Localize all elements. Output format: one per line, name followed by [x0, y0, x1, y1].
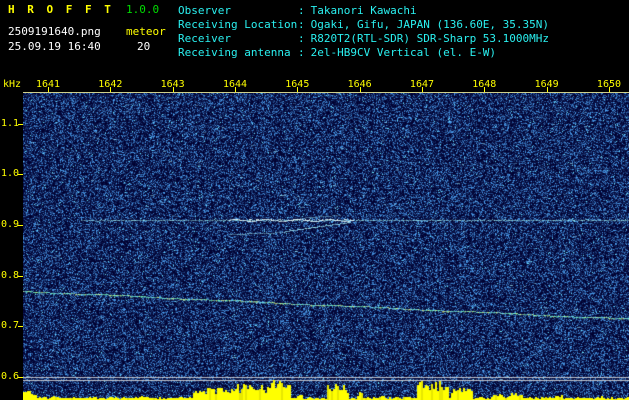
station-info: Observer: Takanori Kawachi Receiving Loca…: [178, 4, 549, 60]
info-colon: :: [298, 46, 305, 59]
y-axis-tickmark: [18, 275, 23, 277]
info-label: Observer: [178, 4, 231, 17]
x-axis-tickmark: [48, 87, 49, 92]
mode-label: meteor: [126, 25, 166, 38]
app-version: 1.0.0: [126, 3, 160, 16]
x-axis-tickmark: [359, 87, 361, 92]
info-value: Takanori Kawachi: [310, 4, 417, 17]
info-value: R820T2(RTL-SDR) SDR-Sharp 53.1000MHz: [310, 32, 550, 45]
y-axis-tick-label: 1.0: [0, 168, 19, 180]
y-axis-tickmark: [18, 377, 23, 379]
y-axis-tickmark: [18, 123, 23, 125]
info-colon: :: [298, 18, 305, 31]
info-row-observer: Observer: Takanori Kawachi: [178, 4, 549, 18]
x-axis-tickmark: [234, 87, 236, 92]
y-axis-tick-label: 0.6: [0, 371, 19, 383]
y-axis-tick-label: 0.9: [0, 219, 19, 230]
info-label: Receiver: [178, 32, 231, 45]
spectrogram-canvas: [23, 93, 629, 400]
y-axis-tickmark: [18, 225, 23, 226]
info-colon: :: [298, 32, 305, 45]
info-row-location: Receiving Location: Ogaki, Gifu, JAPAN (1…: [178, 18, 549, 32]
x-axis-tickmark: [297, 87, 299, 92]
info-label: Receiving Location: [178, 18, 298, 31]
info-row-antenna: Receiving antenna:2el-HB9CV Vertical (el…: [178, 46, 549, 60]
info-value: 2el-HB9CV Vertical (el. E-W): [310, 46, 497, 59]
y-axis-tickmark: [18, 174, 23, 176]
x-axis-tickmark: [110, 87, 112, 92]
hrofft-output: H R O F F T 1.0.0 2509191640.png meteor …: [0, 0, 629, 400]
app-title: H R O F F T: [8, 3, 114, 16]
info-colon: :: [298, 4, 305, 17]
info-row-receiver: Receiver: R820T2(RTL-SDR) SDR-Sharp 53.10…: [178, 32, 549, 46]
datetime-label: 25.09.19 16:40: [8, 40, 101, 53]
y-axis-tick-label: 0.8: [0, 269, 19, 281]
y-axis-tick-label: 0.7: [0, 320, 19, 332]
y-axis-tick-label: 1.1: [0, 117, 19, 129]
y-axis-unit-label: kHz: [3, 79, 22, 90]
y-axis-tickmark: [18, 326, 23, 328]
info-label: Receiving antenna: [178, 46, 291, 59]
event-count: 20: [137, 40, 151, 53]
x-axis-tickmark: [421, 87, 423, 92]
x-axis-tickmark: [608, 87, 610, 92]
x-axis-tickmark: [172, 87, 174, 92]
info-value: Ogaki, Gifu, JAPAN (136.60E, 35.35N): [310, 18, 550, 31]
output-filename: 2509191640.png: [8, 25, 101, 38]
x-axis-tickmark: [546, 87, 548, 92]
x-axis-tickmark: [484, 87, 486, 92]
